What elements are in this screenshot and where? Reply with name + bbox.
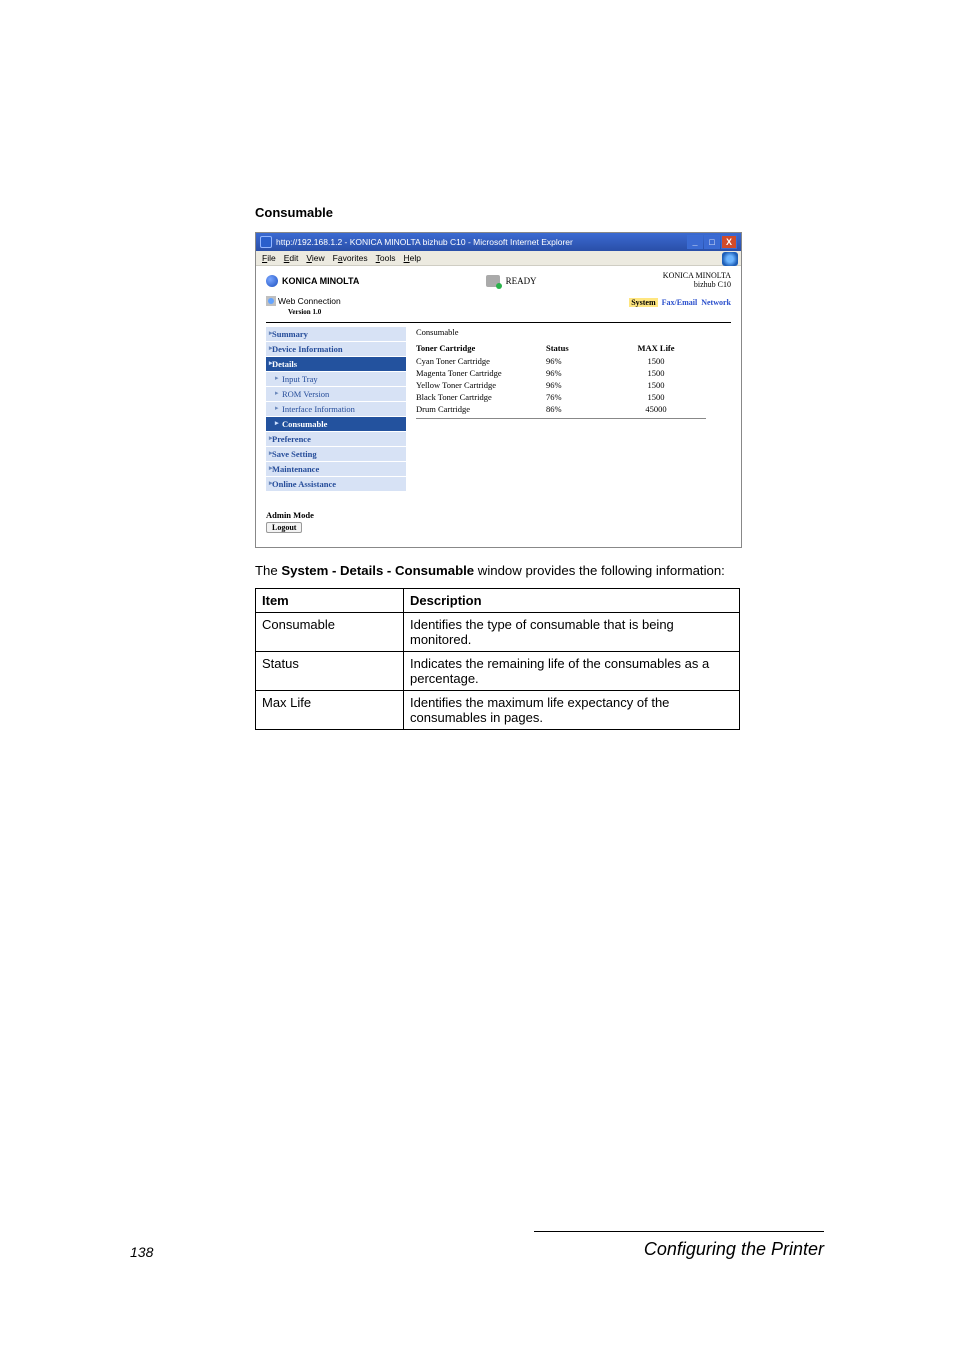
sidebar-online-assistance[interactable]: Online Assistance <box>266 477 406 492</box>
divider <box>416 418 706 419</box>
consumable-row: Cyan Toner Cartridge 96% 1500 <box>416 356 731 366</box>
tab-fax-email[interactable]: Fax/Email <box>662 298 698 307</box>
status-ready: READY <box>506 276 537 286</box>
page-number: 138 <box>130 1244 153 1260</box>
maximize-button[interactable]: □ <box>704 235 720 249</box>
tab-system[interactable]: System <box>629 298 657 307</box>
row-name: Black Toner Cartridge <box>416 392 546 402</box>
ie-throbber-icon <box>722 252 738 266</box>
consumable-row: Magenta Toner Cartridge 96% 1500 <box>416 368 731 378</box>
menu-favorites[interactable]: Favorites <box>333 253 368 263</box>
sidebar-interface-info[interactable]: Interface Information <box>266 402 406 417</box>
row-status: 96% <box>546 356 616 366</box>
tab-bar: System Fax/Email Network <box>629 298 731 307</box>
th-toner-cartridge: Toner Cartridge <box>416 343 546 353</box>
sidebar-input-tray[interactable]: Input Tray <box>266 372 406 387</box>
printer-icon <box>486 275 500 287</box>
sidebar-save-setting[interactable]: Save Setting <box>266 447 406 462</box>
cell-item: Status <box>256 652 404 691</box>
row-max: 1500 <box>616 380 696 390</box>
cell-desc: Identifies the type of consumable that i… <box>404 613 740 652</box>
footer-title: Configuring the Printer <box>644 1239 824 1260</box>
consumable-row: Black Toner Cartridge 76% 1500 <box>416 392 731 402</box>
sidebar-device-info[interactable]: Device Information <box>266 342 406 357</box>
minimize-button[interactable]: _ <box>687 235 703 249</box>
brand-logo: KONICA MINOLTA <box>266 275 359 287</box>
pane-heading: Consumable <box>416 327 731 337</box>
menu-tools[interactable]: Tools <box>376 253 396 263</box>
row-name: Drum Cartridge <box>416 404 546 414</box>
window-titlebar: http://192.168.1.2 - KONICA MINOLTA bizh… <box>256 233 741 251</box>
logout-button[interactable]: Logout <box>266 522 302 533</box>
footer-rule <box>534 1231 824 1232</box>
cell-item: Consumable <box>256 613 404 652</box>
section-heading: Consumable <box>255 205 824 220</box>
th-description: Description <box>404 589 740 613</box>
pagescope-icon <box>266 296 276 306</box>
brand-mark-icon <box>266 275 278 287</box>
sidebar-details[interactable]: Details <box>266 357 406 372</box>
browser-menubar: File Edit View Favorites Tools Help <box>256 251 741 266</box>
divider <box>266 322 731 323</box>
menu-view[interactable]: View <box>306 253 324 263</box>
row-status: 76% <box>546 392 616 402</box>
table-row: Max Life Identifies the maximum life exp… <box>256 691 740 730</box>
main-pane: Consumable Toner Cartridge Status MAX Li… <box>406 327 731 533</box>
version-label: Version 1.0 <box>288 308 341 316</box>
row-status: 96% <box>546 368 616 378</box>
sidebar-preference[interactable]: Preference <box>266 432 406 447</box>
sidebar-consumable[interactable]: Consumable <box>266 417 406 432</box>
consumable-row: Drum Cartridge 86% 45000 <box>416 404 731 414</box>
admin-mode-label: Admin Mode <box>266 510 406 520</box>
cell-desc: Identifies the maximum life expectancy o… <box>404 691 740 730</box>
close-button[interactable]: X <box>721 235 737 249</box>
consumable-row: Yellow Toner Cartridge 96% 1500 <box>416 380 731 390</box>
th-max-life: MAX Life <box>616 343 696 353</box>
row-status: 96% <box>546 380 616 390</box>
menu-help[interactable]: Help <box>404 253 421 263</box>
row-max: 1500 <box>616 356 696 366</box>
browser-screenshot: http://192.168.1.2 - KONICA MINOLTA bizh… <box>255 232 742 548</box>
cell-item: Max Life <box>256 691 404 730</box>
row-name: Cyan Toner Cartridge <box>416 356 546 366</box>
table-row: Status Indicates the remaining life of t… <box>256 652 740 691</box>
caption-text: The System - Details - Consumable window… <box>255 562 824 580</box>
row-name: Magenta Toner Cartridge <box>416 368 546 378</box>
menu-file[interactable]: File <box>262 253 276 263</box>
sidebar: Summary Device Information Details Input… <box>266 327 406 533</box>
table-row: Consumable Identifies the type of consum… <box>256 613 740 652</box>
tab-network[interactable]: Network <box>701 298 731 307</box>
th-status: Status <box>546 343 616 353</box>
sidebar-summary[interactable]: Summary <box>266 327 406 342</box>
th-item: Item <box>256 589 404 613</box>
ie-icon <box>260 236 272 248</box>
row-status: 86% <box>546 404 616 414</box>
sidebar-maintenance[interactable]: Maintenance <box>266 462 406 477</box>
menu-edit[interactable]: Edit <box>284 253 299 263</box>
row-max: 45000 <box>616 404 696 414</box>
web-connection-logo: Web Connection <box>266 296 341 307</box>
description-table: Item Description Consumable Identifies t… <box>255 588 740 730</box>
device-model: KONICA MINOLTA bizhub C10 <box>663 272 731 290</box>
brand-text: KONICA MINOLTA <box>282 276 359 286</box>
row-name: Yellow Toner Cartridge <box>416 380 546 390</box>
window-title: http://192.168.1.2 - KONICA MINOLTA bizh… <box>276 237 573 247</box>
cell-desc: Indicates the remaining life of the cons… <box>404 652 740 691</box>
sidebar-rom-version[interactable]: ROM Version <box>266 387 406 402</box>
row-max: 1500 <box>616 392 696 402</box>
row-max: 1500 <box>616 368 696 378</box>
